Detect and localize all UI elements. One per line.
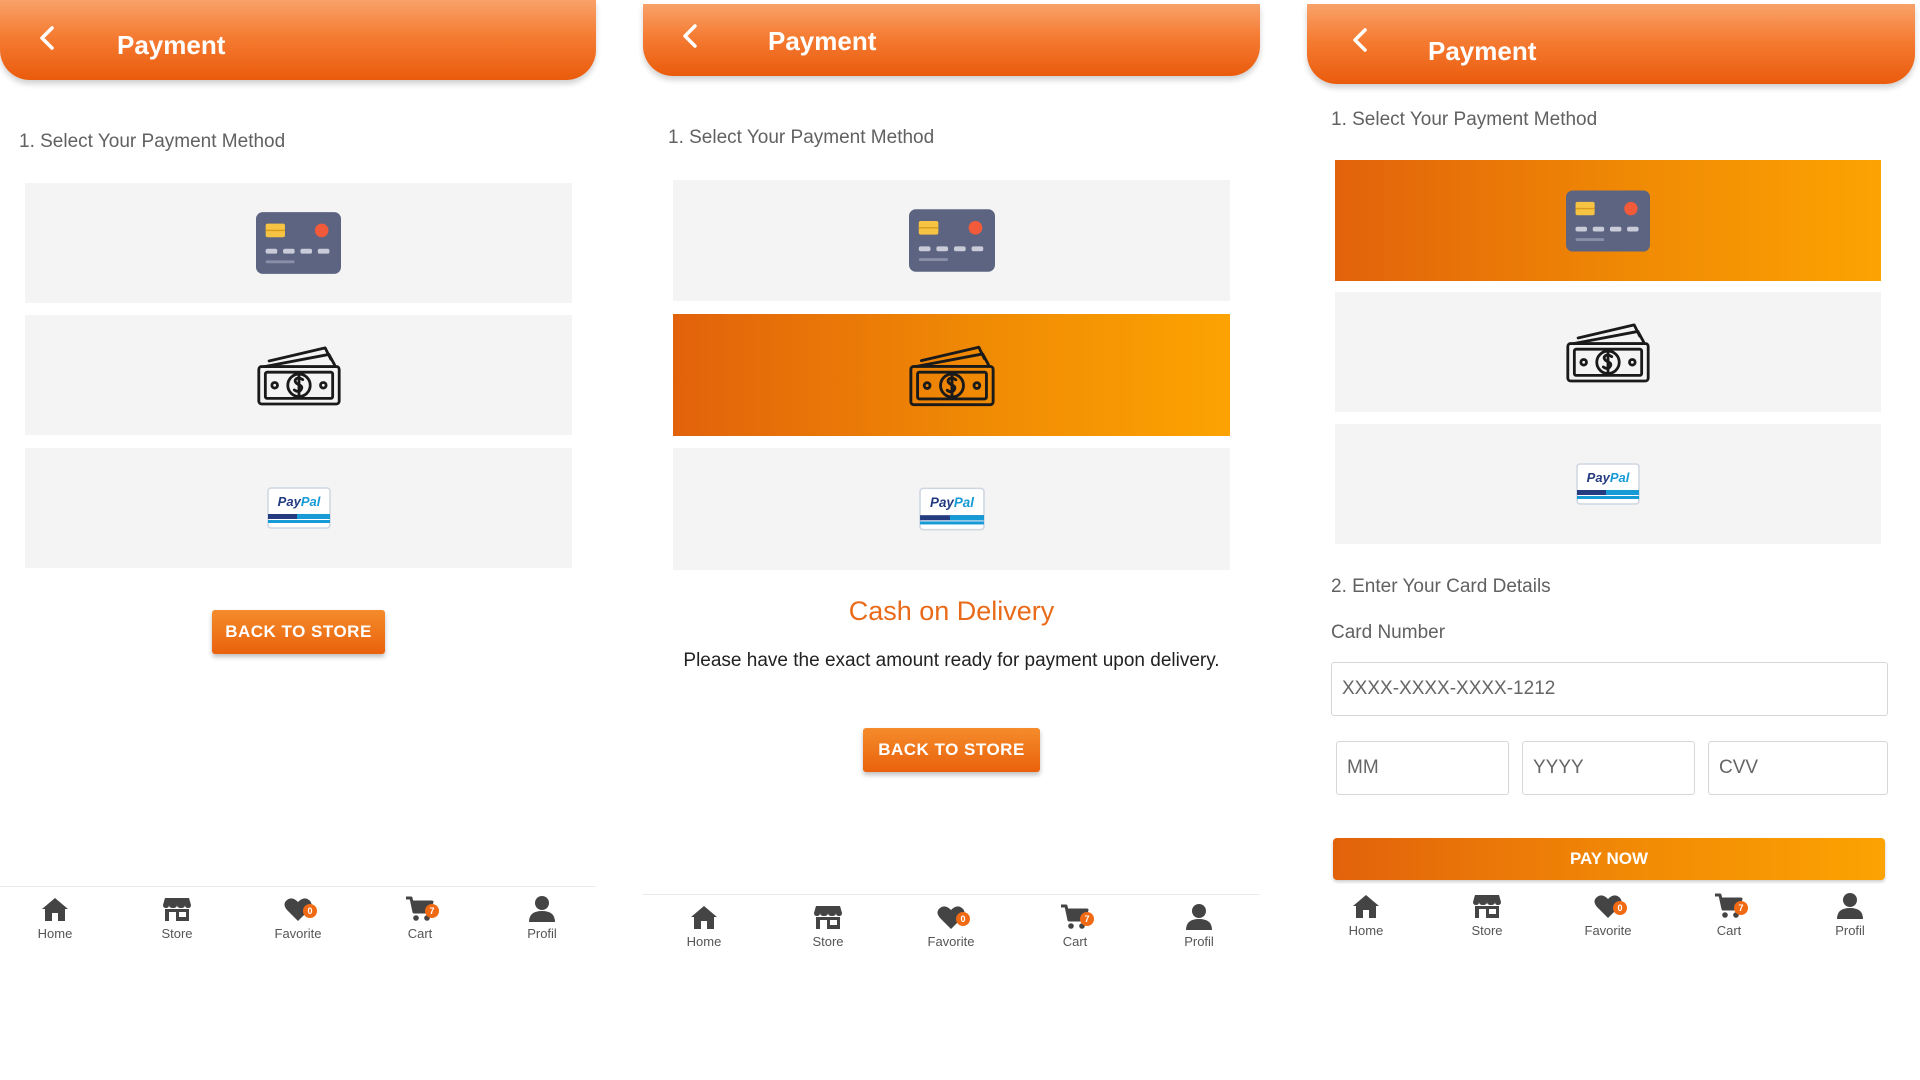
expiry-month-input[interactable] — [1336, 741, 1509, 795]
page-title: Payment — [768, 26, 877, 56]
nav-label: Home — [37, 926, 73, 941]
nav-cart[interactable]: 7 Cart — [380, 895, 460, 941]
page-title: Payment — [1428, 36, 1537, 66]
back-button[interactable] — [1343, 22, 1379, 58]
method-cash-option-selected[interactable] — [673, 314, 1230, 436]
expiry-year-input[interactable] — [1522, 741, 1695, 795]
page-title: Payment — [117, 30, 226, 60]
payment-screen-card: Payment 1. Select Your Payment Method 2.… — [1307, 0, 1915, 960]
nav-home[interactable]: Home — [664, 903, 744, 949]
nav-label: Profil — [1184, 934, 1214, 949]
store-icon — [813, 903, 843, 931]
cart-badge: 7 — [1080, 912, 1094, 926]
cod-title: Cash on Delivery — [848, 596, 1055, 626]
bottom-nav: Home Store 0 Favorite 7 Cart Profil — [643, 894, 1260, 960]
nav-favorite[interactable]: 0 Favorite — [911, 903, 991, 949]
nav-home[interactable]: Home — [1326, 892, 1406, 938]
app-header: Payment — [1307, 4, 1915, 84]
nav-favorite[interactable]: 0 Favorite — [1568, 892, 1648, 938]
credit-card-icon — [1566, 190, 1650, 252]
paypal-icon — [267, 487, 331, 529]
nav-label: Favorite — [274, 926, 322, 941]
card-details-label: 2. Enter Your Card Details — [1331, 576, 1551, 597]
app-header: Payment — [0, 0, 596, 80]
back-to-store-button[interactable]: BACK TO STORE — [212, 610, 385, 654]
method-cash-option[interactable] — [25, 315, 572, 435]
payment-screen-default: Payment 1. Select Your Payment Method BA… — [0, 0, 596, 952]
credit-card-icon — [909, 209, 995, 272]
nav-profile[interactable]: Profil — [1159, 903, 1239, 949]
profile-icon — [1835, 892, 1865, 920]
method-card-option[interactable] — [25, 183, 572, 303]
method-paypal-option[interactable] — [1335, 424, 1881, 544]
profile-icon — [527, 895, 557, 923]
payment-screen-cash: Payment 1. Select Your Payment Method Ca… — [643, 0, 1260, 960]
favorite-badge: 0 — [1613, 901, 1627, 915]
nav-label: Cart — [407, 926, 433, 941]
select-method-label: 1. Select Your Payment Method — [1331, 109, 1598, 130]
nav-profile[interactable]: Profil — [502, 895, 582, 941]
method-card-option[interactable] — [673, 180, 1230, 301]
back-button[interactable] — [30, 20, 66, 56]
nav-label: Cart — [1062, 934, 1088, 949]
chevron-left-icon — [1343, 22, 1379, 58]
store-icon — [1472, 892, 1502, 920]
nav-home[interactable]: Home — [15, 895, 95, 941]
paypal-icon — [1576, 463, 1640, 505]
chevron-left-icon — [673, 18, 709, 54]
app-header: Payment — [643, 4, 1260, 76]
nav-label: Cart — [1716, 923, 1742, 938]
nav-label: Favorite — [927, 934, 975, 949]
card-number-label: Card Number — [1331, 622, 1446, 643]
method-paypal-option[interactable] — [25, 448, 572, 568]
paypal-icon — [919, 487, 985, 531]
select-method-label: 1. Select Your Payment Method — [668, 127, 935, 148]
profile-icon — [1184, 903, 1214, 931]
store-icon — [162, 895, 192, 923]
cod-message: Please have the exact amount ready for p… — [683, 650, 1220, 671]
select-method-label: 1. Select Your Payment Method — [19, 131, 286, 152]
nav-cart[interactable]: 7 Cart — [1689, 892, 1769, 938]
cart-badge: 7 — [1734, 901, 1748, 915]
nav-store[interactable]: Store — [788, 903, 868, 949]
chevron-left-icon — [30, 20, 66, 56]
home-icon — [40, 895, 70, 923]
nav-label: Profil — [527, 926, 557, 941]
home-icon — [1351, 892, 1381, 920]
method-cash-option[interactable] — [1335, 292, 1881, 412]
nav-label: Home — [686, 934, 722, 949]
nav-store[interactable]: Store — [137, 895, 217, 941]
nav-label: Store — [161, 926, 193, 941]
nav-label: Profil — [1835, 923, 1865, 938]
nav-cart[interactable]: 7 Cart — [1035, 903, 1115, 949]
pay-now-button[interactable]: PAY NOW — [1333, 838, 1885, 880]
nav-store[interactable]: Store — [1447, 892, 1527, 938]
favorite-badge: 0 — [303, 904, 317, 918]
back-button[interactable] — [673, 18, 709, 54]
cart-badge: 7 — [425, 904, 439, 918]
cash-icon — [908, 343, 996, 407]
nav-label: Home — [1348, 923, 1384, 938]
nav-label: Store — [812, 934, 844, 949]
card-number-input[interactable] — [1331, 662, 1888, 716]
credit-card-icon — [256, 212, 341, 274]
cash-icon — [1565, 321, 1651, 383]
nav-label: Store — [1471, 923, 1503, 938]
method-paypal-option[interactable] — [673, 448, 1230, 570]
nav-profile[interactable]: Profil — [1810, 892, 1890, 938]
bottom-nav: Home Store 0 Favorite 7 Cart Profil — [0, 886, 596, 952]
favorite-badge: 0 — [956, 912, 970, 926]
back-to-store-button[interactable]: BACK TO STORE — [863, 728, 1040, 772]
cash-icon — [256, 344, 342, 406]
nav-favorite[interactable]: 0 Favorite — [258, 895, 338, 941]
method-card-option-selected[interactable] — [1335, 160, 1881, 281]
home-icon — [689, 903, 719, 931]
nav-label: Favorite — [1584, 923, 1632, 938]
cvv-input[interactable] — [1708, 741, 1888, 795]
bottom-nav: Home Store 0 Favorite 7 Cart Profil — [1307, 884, 1915, 950]
